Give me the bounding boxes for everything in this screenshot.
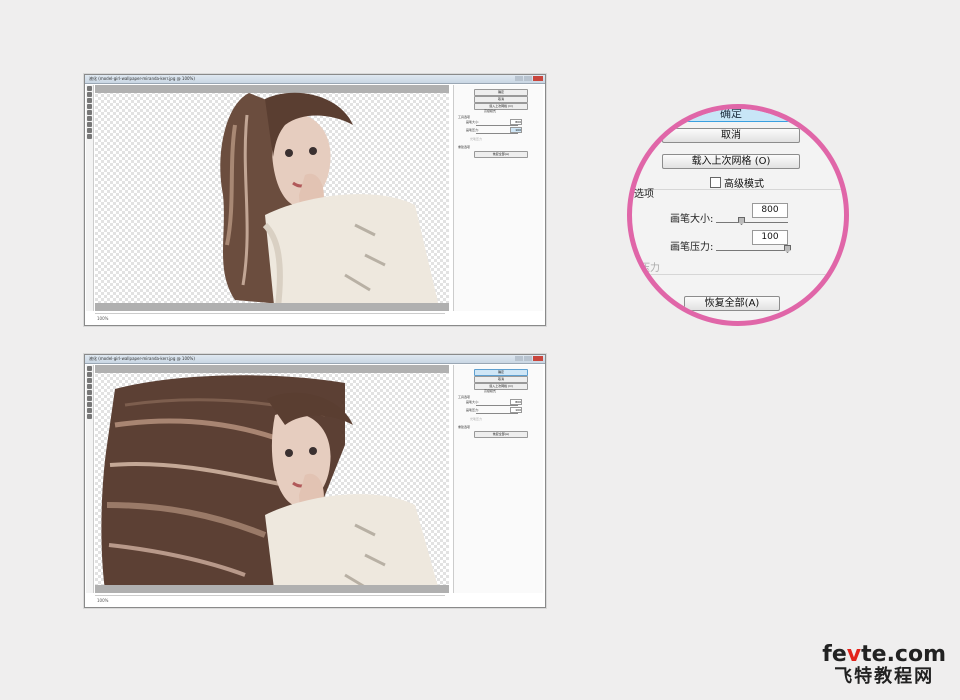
watermark-chinese-name: 飞特教程网 bbox=[834, 666, 935, 687]
preview-canvas[interactable] bbox=[95, 365, 449, 593]
ok-button[interactable]: 确定 bbox=[474, 89, 528, 96]
model-photo-warped-hair bbox=[101, 375, 440, 593]
window-title: 液化 (model-girl-wallpaper-miranda-kerr.jp… bbox=[89, 76, 195, 81]
close-button[interactable] bbox=[533, 76, 543, 81]
brush-size-label: 画笔大小: bbox=[466, 120, 480, 124]
canvas-frame-bottom bbox=[95, 303, 449, 311]
reconstruct-tool-icon[interactable] bbox=[87, 92, 92, 97]
forward-warp-tool-icon[interactable] bbox=[87, 366, 92, 371]
forward-warp-tool-icon[interactable] bbox=[87, 86, 92, 91]
model-photo bbox=[220, 92, 441, 311]
stylus-pressure-checkbox[interactable]: 光笔压力 bbox=[470, 417, 482, 421]
stylus-pressure-label[interactable]: 压力 bbox=[640, 259, 660, 274]
window-controls bbox=[515, 76, 543, 81]
zoom-tool-icon[interactable] bbox=[87, 414, 92, 419]
hand-tool-icon[interactable] bbox=[87, 128, 92, 133]
minimize-button[interactable] bbox=[515, 76, 523, 81]
brush-size-input[interactable]: 800 bbox=[752, 203, 788, 218]
zoom-magnifier-callout: 确定 取消 载入上次网格 (O) 高级模式 选项 画笔大小: 800 画笔压力:… bbox=[627, 104, 849, 326]
bloat-tool-icon[interactable] bbox=[87, 396, 92, 401]
zoom-tool-icon[interactable] bbox=[87, 134, 92, 139]
pucker-tool-icon[interactable] bbox=[87, 110, 92, 115]
canvas-frame-bottom bbox=[95, 585, 449, 593]
load-mesh-button[interactable]: 载入上次网格 (O) bbox=[474, 103, 528, 110]
reconstruct-options-label: 重建选项 bbox=[458, 425, 471, 429]
smooth-tool-icon[interactable] bbox=[87, 378, 92, 383]
magnified-options-panel: 确定 取消 载入上次网格 (O) 高级模式 选项 画笔大小: 800 画笔压力:… bbox=[632, 109, 844, 321]
cancel-button[interactable]: 取消 bbox=[474, 376, 528, 383]
stylus-pressure-checkbox[interactable]: 光笔压力 bbox=[470, 137, 482, 141]
brush-size-label: 画笔大小: bbox=[466, 400, 480, 404]
brush-pressure-slider[interactable] bbox=[476, 133, 518, 134]
advanced-mode-checkbox[interactable]: 高级模式 bbox=[484, 109, 496, 113]
window-title: 液化 (model-girl-wallpaper-miranda-kerr.jp… bbox=[89, 356, 195, 361]
brush-size-slider[interactable] bbox=[716, 222, 788, 223]
tool-options-label: 工具选项 bbox=[458, 395, 471, 399]
pucker-tool-icon[interactable] bbox=[87, 390, 92, 395]
checkbox-box-icon[interactable] bbox=[710, 177, 721, 188]
liquify-toolbox bbox=[86, 365, 94, 593]
brush-pressure-label: 画笔压力: bbox=[670, 242, 714, 253]
cancel-button[interactable]: 取消 bbox=[662, 128, 800, 143]
maximize-button[interactable] bbox=[524, 76, 532, 81]
maximize-button[interactable] bbox=[524, 356, 532, 361]
liquify-options-panel: 确定 取消 载入上次网格 (O) 高级模式 工具选项 画笔大小: 800 画笔压… bbox=[453, 365, 543, 593]
brush-size-slider-thumb[interactable] bbox=[738, 217, 745, 225]
brush-pressure-input[interactable]: 100 bbox=[752, 230, 788, 245]
restore-all-button[interactable]: 恢复全部(A) bbox=[474, 151, 528, 158]
section-divider bbox=[632, 189, 844, 190]
reconstruct-options-label: 重建选项 bbox=[458, 145, 471, 149]
load-mesh-button[interactable]: 载入上次网格 (O) bbox=[474, 383, 528, 390]
ok-button[interactable]: 确定 bbox=[660, 109, 802, 122]
preview-canvas[interactable] bbox=[95, 85, 449, 311]
push-left-tool-icon[interactable] bbox=[87, 122, 92, 127]
advanced-mode-checkbox[interactable]: 高级模式 bbox=[710, 175, 764, 190]
zoom-status[interactable]: 100% bbox=[95, 595, 445, 606]
bloat-tool-icon[interactable] bbox=[87, 116, 92, 121]
push-left-tool-icon[interactable] bbox=[87, 402, 92, 407]
twirl-tool-icon[interactable] bbox=[87, 104, 92, 109]
liquify-toolbox bbox=[86, 85, 94, 311]
tool-options-label: 工具选项 bbox=[458, 115, 471, 119]
cancel-button[interactable]: 取消 bbox=[474, 96, 528, 103]
tool-options-label: 选项 bbox=[634, 189, 654, 200]
brush-pressure-label: 画笔压力: bbox=[466, 128, 480, 132]
liquify-window-before: 液化 (model-girl-wallpaper-miranda-kerr.jp… bbox=[84, 74, 546, 326]
reconstruct-tool-icon[interactable] bbox=[87, 372, 92, 377]
window-controls bbox=[515, 356, 543, 361]
restore-all-button[interactable]: 恢复全部(A) bbox=[684, 296, 780, 311]
hand-tool-icon[interactable] bbox=[87, 408, 92, 413]
brush-pressure-slider-thumb[interactable] bbox=[784, 245, 791, 253]
section-divider bbox=[632, 274, 844, 275]
liquify-window-after: 液化 (model-girl-wallpaper-miranda-kerr.jp… bbox=[84, 354, 546, 608]
watermark-domain: fevte.com bbox=[822, 642, 946, 667]
brush-pressure-slider[interactable] bbox=[716, 250, 788, 251]
zoom-status[interactable]: 100% bbox=[95, 313, 445, 324]
restore-all-button[interactable]: 恢复全部(A) bbox=[474, 431, 528, 438]
site-watermark: fevte.com 飞特教程网 bbox=[822, 644, 946, 688]
smooth-tool-icon[interactable] bbox=[87, 98, 92, 103]
brush-pressure-label: 画笔压力: bbox=[466, 408, 480, 412]
twirl-tool-icon[interactable] bbox=[87, 384, 92, 389]
brush-size-slider[interactable] bbox=[476, 405, 518, 406]
brush-size-slider[interactable] bbox=[476, 125, 518, 126]
brush-pressure-slider[interactable] bbox=[476, 413, 518, 414]
window-titlebar: 液化 (model-girl-wallpaper-miranda-kerr.jp… bbox=[85, 75, 545, 84]
liquify-options-panel: 确定 取消 载入上次网格 (O) 高级模式 工具选项 画笔大小: 800 画笔压… bbox=[453, 85, 543, 311]
brush-size-label: 画笔大小: bbox=[670, 214, 714, 225]
window-titlebar: 液化 (model-girl-wallpaper-miranda-kerr.jp… bbox=[85, 355, 545, 364]
ok-button[interactable]: 确定 bbox=[474, 369, 528, 376]
advanced-mode-label: 高级模式 bbox=[724, 179, 764, 190]
minimize-button[interactable] bbox=[515, 356, 523, 361]
load-mesh-button[interactable]: 载入上次网格 (O) bbox=[662, 154, 800, 169]
close-button[interactable] bbox=[533, 356, 543, 361]
advanced-mode-checkbox[interactable]: 高级模式 bbox=[484, 389, 496, 393]
